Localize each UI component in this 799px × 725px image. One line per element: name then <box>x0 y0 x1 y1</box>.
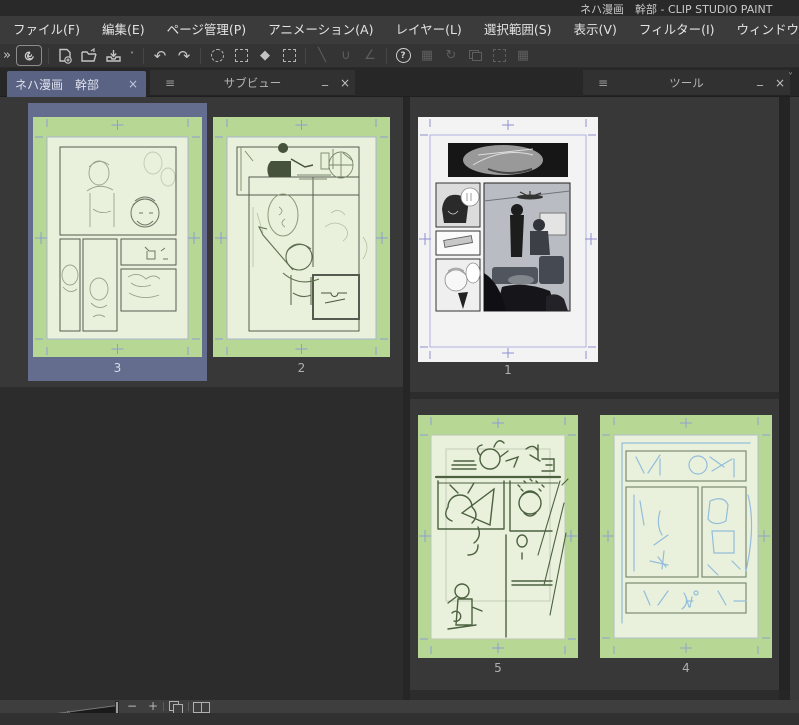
title-bar: ネハ漫画 幹部 - CLIP STUDIO PAINT <box>0 0 799 16</box>
subview-close-icon[interactable]: × <box>335 73 355 93</box>
toolbar-separator <box>386 47 387 64</box>
page-thumbnail-5[interactable]: 5 <box>418 415 578 677</box>
tool-panel-header: ≡ ツール _ × <box>583 70 790 96</box>
window-title: ネハ漫画 幹部 - CLIP STUDIO PAINT <box>580 3 773 16</box>
invert-selection-icon[interactable]: ◆ <box>253 45 277 67</box>
clip-studio-logo-button[interactable] <box>16 45 42 66</box>
reselect-icon[interactable] <box>229 45 253 67</box>
page-4-artwork <box>600 415 772 658</box>
menu-bar: ファイル(F) 編集(E) ページ管理(P) アニメーション(A) レイヤー(L… <box>0 16 799 44</box>
menu-animation[interactable]: アニメーション(A) <box>257 16 384 44</box>
document-tab-close-icon[interactable]: × <box>128 77 138 91</box>
frame-border-icon[interactable] <box>487 45 511 67</box>
menu-filter[interactable]: フィルター(I) <box>628 16 726 44</box>
toolbar-separator <box>200 47 201 64</box>
menu-file[interactable]: ファイル(F) <box>2 16 91 44</box>
page-thumbnail-3[interactable]: 3 <box>28 103 207 381</box>
snap-special-ruler-icon[interactable]: ∪ <box>334 45 358 67</box>
subview-panel-title: サブビュー <box>223 75 282 90</box>
snap-ruler-icon[interactable]: ╲ <box>310 45 334 67</box>
menu-page-management[interactable]: ページ管理(P) <box>156 16 258 44</box>
page-5-number: 5 <box>494 661 502 675</box>
open-file-icon[interactable] <box>77 45 101 67</box>
tone-area-icon[interactable]: ▦ <box>511 45 535 67</box>
page-1-artwork <box>418 117 598 362</box>
menu-layer[interactable]: レイヤー(L) <box>384 16 472 44</box>
tool-minimize-icon[interactable]: _ <box>750 69 770 89</box>
undo-icon[interactable]: ↶ <box>148 45 172 67</box>
bottom-edge-strip: ˄ <box>0 711 799 725</box>
deselect-icon[interactable] <box>205 45 229 67</box>
new-file-icon[interactable] <box>53 45 77 67</box>
page-1-number: 1 <box>504 363 512 377</box>
clip-studio-paint-window: ネハ漫画 幹部 - CLIP STUDIO PAINT ファイル(F) 編集(E… <box>0 0 799 725</box>
page-3-number: 3 <box>113 361 122 375</box>
page-thumbnail-2[interactable]: 2 <box>213 103 390 381</box>
zoom-out-button[interactable]: − <box>124 699 140 713</box>
tool-panel-title: ツール <box>669 75 704 90</box>
menu-selection[interactable]: 選択範囲(S) <box>473 16 563 44</box>
snap-angle-icon[interactable]: ∠ <box>358 45 382 67</box>
page-4-number: 4 <box>682 661 690 675</box>
tool-close-icon[interactable]: × <box>770 73 790 93</box>
page-5-artwork <box>418 415 578 658</box>
tool-menu-icon[interactable]: ≡ <box>583 76 623 90</box>
document-tab[interactable]: ネハ漫画 幹部 × <box>7 71 146 97</box>
page-2-artwork <box>213 117 390 357</box>
rotate-view-icon[interactable]: ↻ <box>439 45 463 67</box>
collapse-caret-icon[interactable]: ˄ <box>66 711 71 721</box>
subview-menu-icon[interactable]: ≡ <box>150 76 190 90</box>
command-bar: » ˅ ↶ ↷ ◆ ╲ ∪ ∠ ? ▦ ↻ ▦ <box>0 44 799 68</box>
spread-view-icon[interactable] <box>193 701 210 713</box>
subview-panel-header: ≡ サブビュー _ × <box>150 70 355 96</box>
zoom-in-button[interactable]: + <box>145 699 161 713</box>
save-file-icon[interactable] <box>101 45 125 67</box>
vertical-scrollbar[interactable] <box>779 97 790 690</box>
document-tab-label: ネハ漫画 幹部 <box>15 77 100 92</box>
toolbar-separator <box>143 47 144 64</box>
subview-minimize-icon[interactable]: _ <box>315 69 335 89</box>
tab-strip: ネハ漫画 幹部 × ≡ サブビュー _ × ≡ ツール _ × <box>0 68 799 97</box>
toolbar-separator <box>305 47 306 64</box>
tool-panel-overflow-icon[interactable]: ˅ <box>788 72 793 83</box>
toolbar-overflow-icon[interactable]: » <box>0 45 14 67</box>
panel-edge-strip <box>790 97 799 700</box>
page-thumbnail-1[interactable]: 1 <box>418 117 598 379</box>
tone-visibility-icon[interactable]: ▦ <box>415 45 439 67</box>
single-page-view-icon[interactable] <box>168 701 184 714</box>
page-move-icon[interactable] <box>463 45 487 67</box>
toolbar-separator <box>48 47 49 64</box>
save-dropdown-icon[interactable]: ˅ <box>125 45 139 67</box>
clip-studio-logo-icon <box>24 50 34 61</box>
selection-border-icon[interactable] <box>277 45 301 67</box>
page-3-artwork <box>33 117 202 357</box>
thumbnail-zoom-slider[interactable] <box>41 701 119 716</box>
menu-view[interactable]: 表示(V) <box>563 16 628 44</box>
page-2-number: 2 <box>297 361 306 375</box>
page-manager-status-bar: − + <box>0 699 799 716</box>
redo-icon[interactable]: ↷ <box>172 45 196 67</box>
menu-edit[interactable]: 編集(E) <box>91 16 156 44</box>
help-icon[interactable]: ? <box>391 45 415 67</box>
menu-window[interactable]: ウィンドウ(W) <box>726 16 799 44</box>
page-thumbnail-4[interactable]: 4 <box>600 415 772 677</box>
